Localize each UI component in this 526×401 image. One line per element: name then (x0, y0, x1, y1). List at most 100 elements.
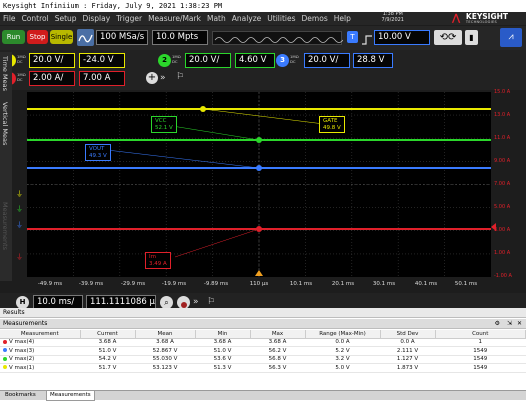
trigger-edge-icon[interactable] (361, 31, 373, 45)
auto-scale-button[interactable]: ⩘ (500, 28, 522, 47)
table-row[interactable]: V max(4) 3.68 A 3.68 A 3.68 A 3.68 A 0.0… (0, 338, 526, 347)
ch1-ground-marker: ⏚ (16, 190, 23, 198)
ch2-ground-marker: ⏚ (16, 205, 23, 213)
menu-measure-mark[interactable]: Measure/Mark (145, 12, 204, 25)
ch3-offset-field[interactable]: 28.8 V (353, 53, 393, 68)
undo-icon[interactable]: ⟲⟳ (434, 30, 462, 45)
ch1-offset-field[interactable]: -24.0 V (79, 53, 125, 68)
channel-3-button[interactable]: 3 (276, 54, 289, 67)
memory-depth-field[interactable]: 10.0 Mpts (152, 30, 208, 45)
tab-time-meas[interactable]: Time Meas (1, 56, 9, 91)
mean-cell: 53.123 V (135, 363, 195, 373)
menu-demos[interactable]: Demos (299, 12, 331, 25)
menu-file[interactable]: File (0, 12, 19, 25)
gate-label-value: 49.8 V (323, 124, 341, 131)
ch1-scale-field[interactable]: 20.0 V/ (29, 53, 75, 68)
y-tick-2: 11.0 A (494, 135, 511, 141)
col-max[interactable]: Max (250, 330, 306, 339)
channel-dot-icon (3, 365, 7, 370)
ch4-scale-field[interactable]: 2.00 A/ (29, 71, 75, 86)
tab-vertical-meas[interactable]: Vertical Meas (1, 102, 9, 145)
ch3-marker[interactable] (256, 165, 262, 171)
table-row[interactable]: V max(1) 51.7 V 53.123 V 51.3 V 56.3 V 5… (0, 363, 526, 373)
menu-help[interactable]: Help (331, 12, 354, 25)
std-dev-cell: 0.0 A (380, 338, 435, 347)
autoscale-icon[interactable] (77, 29, 94, 46)
default-setup-icon[interactable]: ▮ (465, 30, 478, 45)
vout-label-name: VOUT (89, 146, 105, 152)
ch1-marker[interactable] (200, 106, 206, 112)
max-cell: 56.2 V (250, 346, 305, 356)
col-current[interactable]: Current (80, 330, 136, 339)
ground-markers: ⏚ ⏚ ⏚ ⏚ (14, 92, 26, 277)
min-cell: 3.68 A (195, 338, 250, 347)
stop-button[interactable]: Stop (27, 30, 48, 44)
std-dev-cell: 1.127 V (380, 355, 435, 364)
table-row[interactable]: V max(2) 54.2 V 55.030 V 53.6 V 56.8 V 3… (0, 355, 526, 364)
menu-display[interactable]: Display (80, 12, 114, 25)
vcc-label: VCC 52.1 V (151, 116, 177, 133)
measurement-cell: V max(1) (0, 363, 80, 373)
results-title: Results (3, 309, 25, 316)
ch3-ground-marker: ⏚ (16, 221, 23, 229)
keysight-wave-icon: ⋀ (451, 13, 461, 24)
side-panel: Time Meas Vertical Meas Measurements (0, 52, 12, 281)
measurement-name: V max(2) (9, 356, 35, 363)
menu-utilities[interactable]: Utilities (264, 12, 298, 25)
y-tick-0: 15.0 A (494, 89, 511, 95)
close-icon[interactable]: ✕ (517, 319, 522, 329)
table-row[interactable]: V max(3) 51.0 V 52.867 V 51.0 V 56.2 V 5… (0, 346, 526, 356)
col-measurement[interactable]: Measurement (0, 330, 81, 339)
menu-math[interactable]: Math (204, 12, 229, 25)
menu-control[interactable]: Control (19, 12, 52, 25)
trigger-position-marker[interactable] (255, 270, 263, 276)
channel-2-button[interactable]: 2 (158, 54, 171, 67)
current-cell: 51.7 V (80, 363, 135, 373)
col-min[interactable]: Min (195, 330, 251, 339)
measurement-name: V max(3) (9, 347, 35, 354)
x-tick-6: 10.1 ms (289, 281, 313, 287)
count-cell: 1549 (435, 363, 526, 373)
bookmark-icon[interactable]: ⚐ (176, 71, 184, 83)
expand-icon[interactable]: » (160, 72, 166, 84)
im-label: Im 3.49 A (145, 252, 171, 269)
brand-name: KEYSIGHT (465, 12, 508, 21)
dock-icon[interactable]: ⇲ (507, 319, 512, 329)
run-button[interactable]: Run (2, 30, 25, 44)
trigger-channel-icon[interactable]: T (347, 31, 358, 43)
col-range[interactable]: Range (Max-Min) (305, 330, 381, 339)
ch2-marker[interactable] (256, 137, 262, 143)
ch2-offset-field[interactable]: 4.60 V (235, 53, 275, 68)
settings-icon[interactable]: ⚙ (495, 319, 500, 329)
ch2-scale-field[interactable]: 20.0 V/ (185, 53, 231, 68)
measurements-header: Measurements ⚙ ⇲ ✕ (0, 319, 526, 329)
col-std-dev[interactable]: Std Dev (380, 330, 436, 339)
menu-trigger[interactable]: Trigger (113, 12, 145, 25)
col-mean[interactable]: Mean (135, 330, 196, 339)
trigger-level-field[interactable]: 10.00 V (374, 30, 430, 45)
x-tick-8: 30.1 ms (372, 281, 396, 287)
ch4-marker[interactable] (256, 226, 262, 232)
channel-dot-icon (3, 339, 7, 344)
y-tick-5: 5.00 A (494, 204, 511, 210)
waveform-display[interactable]: GATE 49.8 V VCC 52.1 V VOUT 49.3 V Im 3.… (27, 92, 491, 277)
measurement-cell: V max(4) (0, 338, 80, 347)
sample-rate-field[interactable]: 100 MSa/s (96, 30, 148, 45)
menu-analyze[interactable]: Analyze (229, 12, 265, 25)
ch3-scale-field[interactable]: 20.0 V/ (304, 53, 350, 68)
col-count[interactable]: Count (435, 330, 526, 339)
table-header-row: Measurement Current Mean Min Max Range (… (0, 330, 526, 339)
single-button[interactable]: Single (50, 30, 73, 44)
add-channel-icon[interactable]: + (146, 72, 158, 84)
ch4-offset-field[interactable]: 7.00 A (79, 71, 125, 86)
channel-dot-icon (3, 356, 7, 361)
x-tick-10: 50.1 ms (454, 281, 478, 287)
current-cell: 3.68 A (80, 338, 135, 347)
x-tick-4: -9.89 ms (203, 281, 229, 287)
tab-bookmarks[interactable]: Bookmarks (2, 391, 39, 400)
bottom-tabs: Bookmarks Measurements (0, 390, 526, 401)
mean-cell: 52.867 V (135, 346, 195, 356)
ch3-coupling: 1MΩ DC (290, 54, 299, 64)
menu-setup[interactable]: Setup (52, 12, 80, 25)
ch2-coupling: 1MΩ DC (172, 54, 181, 64)
